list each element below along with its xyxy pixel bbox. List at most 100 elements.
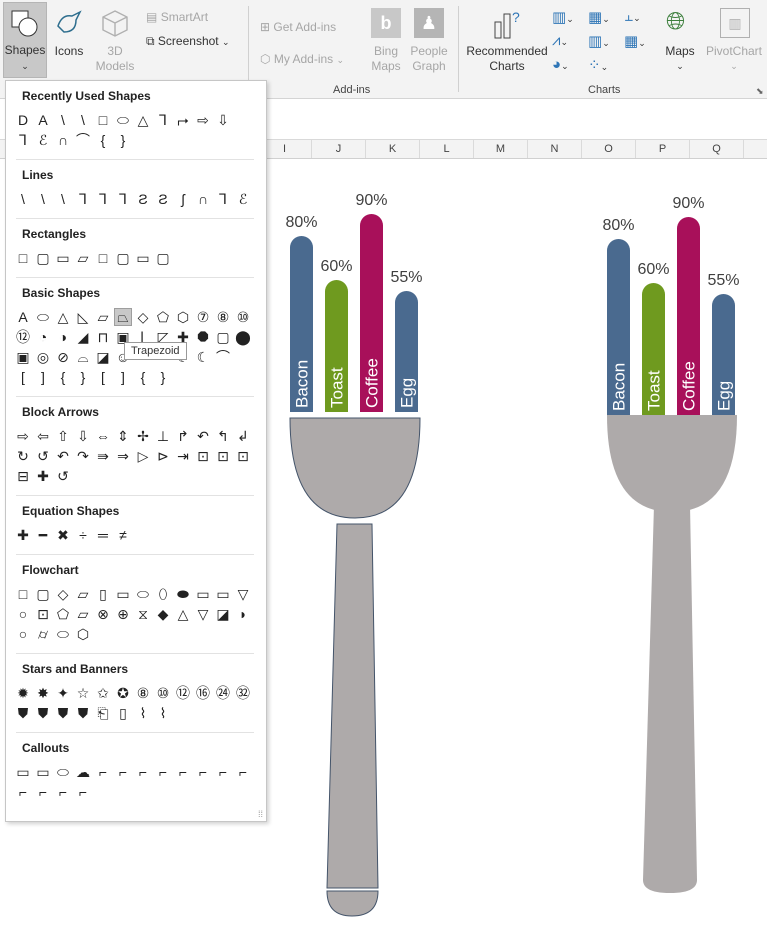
shape-option-icon[interactable]: ✸ bbox=[34, 684, 52, 702]
shape-option-icon[interactable]: ◗ bbox=[234, 605, 252, 623]
shape-option-icon[interactable]: ⑧ bbox=[214, 308, 232, 326]
shape-option-icon[interactable]: ▽ bbox=[234, 585, 252, 603]
shape-option-icon[interactable]: } bbox=[154, 368, 172, 386]
shape-option-icon[interactable]: ⮣ bbox=[174, 111, 192, 129]
shape-option-icon[interactable]: ⇩ bbox=[214, 111, 232, 129]
shape-option-icon[interactable]: A bbox=[34, 111, 52, 129]
fork-shape[interactable] bbox=[289, 417, 421, 917]
shape-option-icon[interactable]: ◇ bbox=[54, 585, 72, 603]
shape-option-icon[interactable]: ㉔ bbox=[214, 684, 232, 702]
shape-option-icon[interactable]: □ bbox=[14, 585, 32, 603]
shape-option-icon[interactable]: ⬬ bbox=[174, 585, 192, 603]
shape-option-icon[interactable]: ⌐ bbox=[74, 783, 92, 801]
shape-option-icon[interactable]: ═ bbox=[94, 526, 112, 544]
shape-option-icon[interactable]: ⌐ bbox=[174, 763, 192, 781]
shape-option-icon[interactable]: Ꞁ bbox=[154, 111, 172, 129]
shape-option-icon[interactable]: ◎ bbox=[34, 348, 52, 366]
shape-option-icon[interactable]: ▽ bbox=[194, 605, 212, 623]
shape-option-icon[interactable]: ⬠ bbox=[154, 308, 172, 326]
shape-option-icon[interactable]: ━ bbox=[34, 526, 52, 544]
shape-option-icon[interactable]: ⊡ bbox=[234, 447, 252, 465]
shape-option-icon[interactable]: \ bbox=[54, 111, 72, 129]
shape-option-icon[interactable]: ▭ bbox=[134, 249, 152, 267]
shape-option-icon[interactable]: ◑ bbox=[54, 328, 72, 346]
shape-option-icon[interactable]: ⌭ bbox=[34, 625, 52, 643]
shape-option-icon[interactable]: ▭ bbox=[54, 249, 72, 267]
resize-grip-icon[interactable]: ⁞⁞ bbox=[258, 809, 263, 819]
shape-option-icon[interactable]: \ bbox=[34, 190, 52, 208]
shape-option-icon[interactable]: ⬠ bbox=[54, 605, 72, 623]
shape-option-icon[interactable]: ▯ bbox=[114, 704, 132, 722]
shape-option-icon[interactable]: ▢ bbox=[34, 585, 52, 603]
shape-option-icon[interactable]: A bbox=[14, 308, 32, 326]
shape-option-icon[interactable]: \ bbox=[54, 190, 72, 208]
shape-option-icon[interactable]: ↲ bbox=[234, 427, 252, 445]
shape-option-icon[interactable]: ◢ bbox=[74, 328, 92, 346]
shape-option-icon[interactable]: Ꞁ bbox=[214, 190, 232, 208]
shape-option-icon[interactable]: ↺ bbox=[34, 447, 52, 465]
shape-option-icon[interactable]: ⊘ bbox=[54, 348, 72, 366]
shape-option-icon[interactable]: ○ bbox=[14, 605, 32, 623]
shape-option-icon[interactable]: ⊟ bbox=[14, 467, 32, 485]
shape-option-icon[interactable]: ⬤ bbox=[234, 328, 252, 346]
shape-option-icon[interactable]: ÷ bbox=[74, 526, 92, 544]
shape-option-icon[interactable]: ☾ bbox=[194, 348, 212, 366]
shape-option-icon[interactable]: Ꞁ bbox=[74, 190, 92, 208]
shape-option-icon[interactable]: △ bbox=[134, 111, 152, 129]
shape-option-icon[interactable]: ⬭ bbox=[34, 308, 52, 326]
shape-option-icon[interactable]: } bbox=[74, 368, 92, 386]
shape-option-icon[interactable]: } bbox=[114, 131, 132, 149]
shape-option-icon[interactable]: ] bbox=[114, 368, 132, 386]
shape-option-icon[interactable]: ⛊ bbox=[14, 704, 32, 722]
shape-option-icon[interactable]: ⑫ bbox=[174, 684, 192, 702]
shape-option-icon[interactable]: □ bbox=[14, 249, 32, 267]
shape-option-icon[interactable]: { bbox=[134, 368, 152, 386]
shape-option-icon[interactable]: ⇒ bbox=[114, 447, 132, 465]
shape-option-icon[interactable]: \ bbox=[74, 111, 92, 129]
shape-option-icon[interactable]: ⇔ bbox=[94, 427, 112, 445]
shape-option-icon[interactable]: ⬭ bbox=[54, 625, 72, 643]
shape-option-icon[interactable]: ⬡ bbox=[174, 308, 192, 326]
shape-option-icon[interactable]: ≠ bbox=[114, 526, 132, 544]
shape-option-icon[interactable]: ⌐ bbox=[234, 763, 252, 781]
shape-option-icon[interactable]: ↷ bbox=[74, 447, 92, 465]
shape-option-icon[interactable]: ⬭ bbox=[134, 585, 152, 603]
shape-option-icon[interactable]: ] bbox=[34, 368, 52, 386]
shape-option-icon[interactable]: ⌐ bbox=[14, 783, 32, 801]
shape-option-icon[interactable]: ☁ bbox=[74, 763, 92, 781]
shape-option-icon[interactable]: ↰ bbox=[214, 427, 232, 445]
shape-option-icon[interactable]: ⊕ bbox=[114, 605, 132, 623]
shape-option-icon[interactable]: ∩ bbox=[194, 190, 212, 208]
shape-option-icon[interactable]: ✢ bbox=[134, 427, 152, 445]
shape-option-icon[interactable]: Ꞁ bbox=[94, 190, 112, 208]
shape-option-icon[interactable]: ↶ bbox=[194, 427, 212, 445]
shape-option-icon[interactable]: ▣ bbox=[14, 348, 32, 366]
shape-option-icon[interactable]: ⊓ bbox=[94, 328, 112, 346]
shape-option-icon[interactable]: ⊗ bbox=[94, 605, 112, 623]
shape-option-icon[interactable]: ↱ bbox=[174, 427, 192, 445]
shape-option-icon[interactable]: ◇ bbox=[134, 308, 152, 326]
shape-option-icon[interactable]: ⇛ bbox=[94, 447, 112, 465]
shape-option-icon[interactable]: ℰ bbox=[34, 131, 52, 149]
shape-option-icon[interactable]: Ꞁ bbox=[114, 190, 132, 208]
shape-option-icon[interactable]: ⌐ bbox=[194, 763, 212, 781]
shape-option-icon[interactable]: ⌒ bbox=[74, 131, 92, 149]
shape-option-icon[interactable]: ⯃ bbox=[194, 328, 212, 346]
shape-option-icon[interactable]: ✪ bbox=[114, 684, 132, 702]
shape-option-icon[interactable]: ⬭ bbox=[54, 763, 72, 781]
fork-shape[interactable] bbox=[607, 415, 737, 893]
shape-option-icon[interactable]: □ bbox=[94, 249, 112, 267]
shape-option-icon[interactable]: ◪ bbox=[214, 605, 232, 623]
shape-option-icon[interactable]: ▭ bbox=[214, 585, 232, 603]
shape-option-icon[interactable]: ▭ bbox=[194, 585, 212, 603]
shape-option-icon[interactable]: ⊡ bbox=[214, 447, 232, 465]
shape-option-icon[interactable]: ⇥ bbox=[174, 447, 192, 465]
shape-option-icon[interactable]: ⌇ bbox=[134, 704, 152, 722]
shape-option-icon[interactable]: ⑦ bbox=[194, 308, 212, 326]
shape-option-icon[interactable]: ▱ bbox=[74, 249, 92, 267]
shape-option-icon[interactable]: Ƨ bbox=[154, 190, 172, 208]
shape-option-icon[interactable]: ⌐ bbox=[94, 763, 112, 781]
shape-option-icon[interactable]: ◺ bbox=[74, 308, 92, 326]
shape-option-icon[interactable]: ⛊ bbox=[34, 704, 52, 722]
shape-option-icon[interactable]: ✦ bbox=[54, 684, 72, 702]
